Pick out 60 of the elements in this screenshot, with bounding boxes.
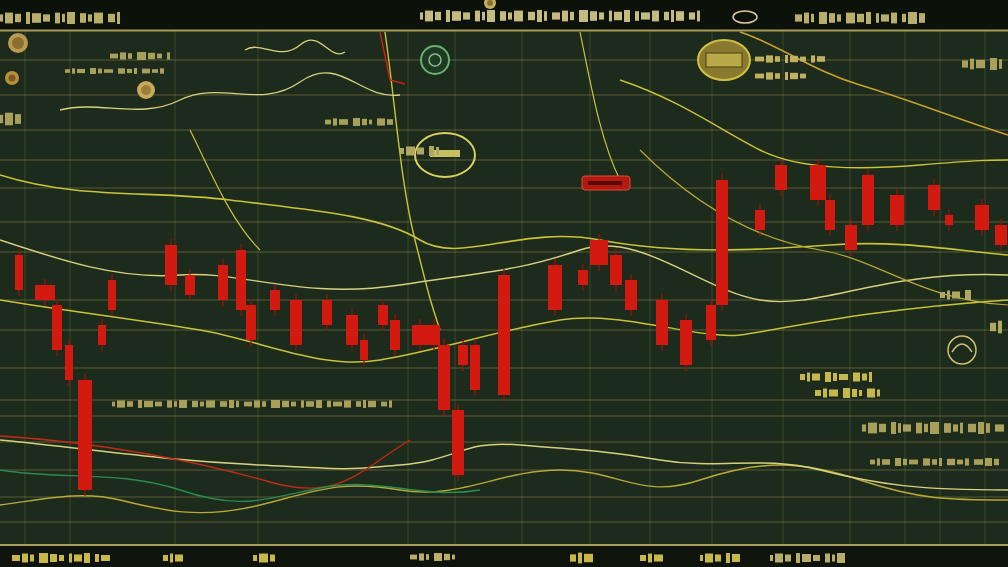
scribble-label-drawing [163,553,183,563]
candle [610,248,622,292]
scribble-label-drawing [410,553,455,561]
scribble-label-drawing [755,72,806,80]
ring-icon [420,45,450,75]
scribble-label-drawing [800,372,872,382]
candle [656,293,668,352]
coin-icon [5,71,19,85]
candle [470,338,480,397]
candle [845,218,857,257]
candle [862,168,874,232]
oval-emblem-icon [414,132,476,178]
candle [578,263,588,292]
scribble-label-drawing [990,320,1002,334]
candle [65,338,73,387]
coin-icon [137,81,155,99]
scribble-label-drawing [815,388,880,398]
candle [346,308,358,352]
candle [995,218,1007,252]
candle [185,268,195,302]
scribble-label-drawing [755,55,825,63]
candle [165,238,177,292]
scribble-label-drawing [0,112,21,126]
candle [98,318,106,352]
scribble-label-drawing [940,290,971,300]
scribble-label-drawing [400,146,439,156]
ornament-icon [732,10,758,24]
scribble-label-drawing [325,118,393,126]
coin-icon [484,0,496,9]
scribble-label-drawing [700,553,740,563]
candle [322,293,332,332]
candle [945,208,953,232]
candle [378,298,388,332]
candle [360,333,368,367]
candle [755,203,765,237]
candle [218,258,228,307]
oval-emblem-icon [697,39,751,81]
candle [625,273,637,317]
candle [290,293,302,352]
candle [270,283,280,317]
candle [412,318,428,352]
tag-icon [581,175,631,191]
candle [108,273,116,317]
candle [548,258,562,317]
candle [680,313,692,372]
scribble-label-drawing [962,58,1002,70]
candle [890,188,904,232]
candle [590,233,608,272]
candle [390,313,400,357]
candle [458,338,468,372]
scribble-label-drawing [110,52,170,60]
ring-icon [947,335,977,365]
candle [15,248,23,297]
scribble-label-drawing [570,552,593,564]
candle [975,198,989,237]
scribble-label-drawing [640,553,663,563]
scribble-label-drawing [253,553,275,563]
candle [775,158,787,197]
coin-icon [8,33,28,53]
candle [928,178,940,217]
